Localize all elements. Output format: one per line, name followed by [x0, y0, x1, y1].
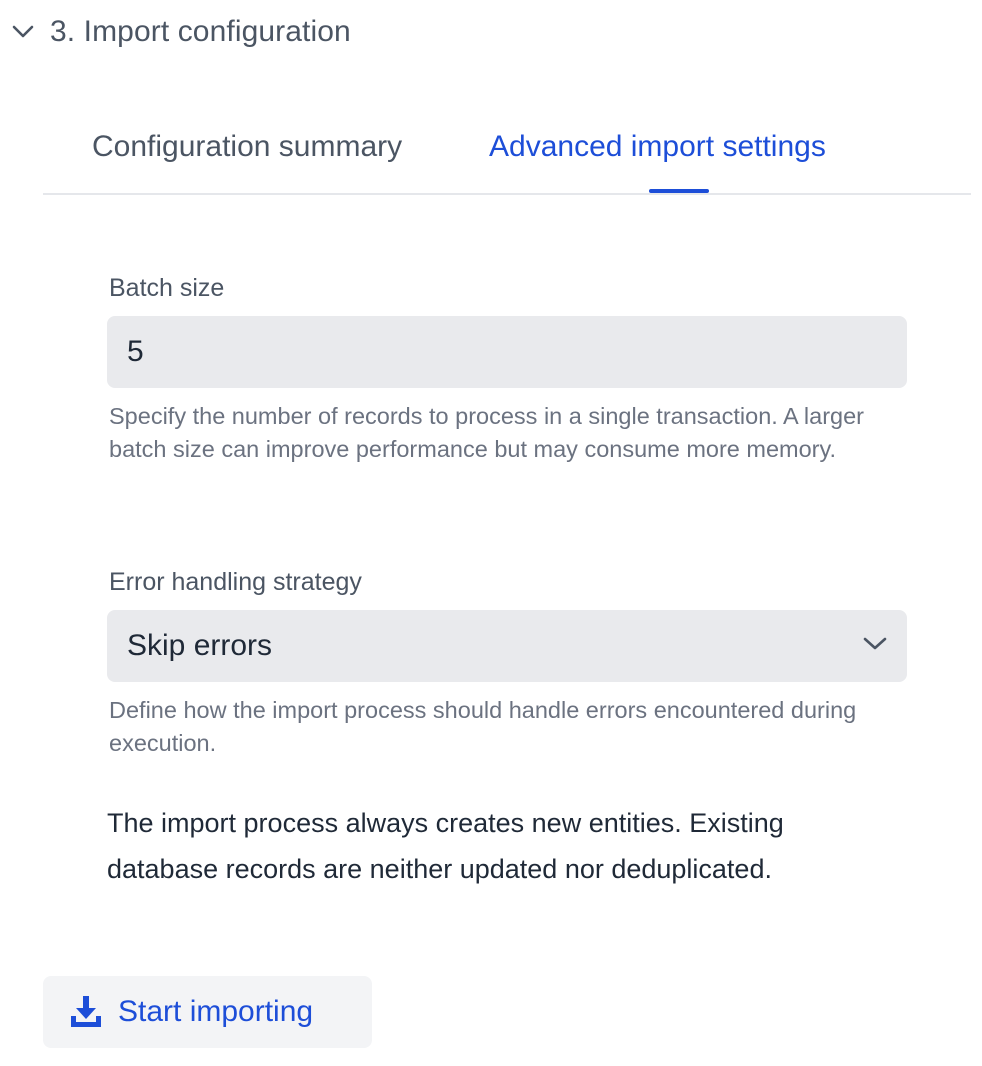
download-icon [69, 995, 103, 1029]
start-importing-button[interactable]: Start importing [43, 976, 372, 1048]
section-title: 3. Import configuration [50, 15, 351, 48]
batch-size-input[interactable] [107, 316, 907, 388]
error-handling-label: Error handling strategy [109, 568, 362, 596]
batch-size-label: Batch size [109, 274, 225, 302]
error-handling-selected-value: Skip errors [127, 629, 273, 662]
chevron-down-icon [863, 637, 887, 656]
start-importing-label: Start importing [118, 995, 314, 1028]
tab-configuration-summary[interactable]: Configuration summary [92, 130, 402, 164]
import-behavior-note: The import process always creates new en… [107, 808, 784, 884]
error-handling-select[interactable]: Skip errors [107, 610, 907, 682]
error-handling-help-text: Define how the import process should han… [109, 697, 857, 756]
chevron-down-icon [10, 19, 36, 45]
tab-bar: Configuration summary Advanced import se… [43, 118, 971, 195]
section-header-import-configuration[interactable]: 3. Import configuration [10, 12, 351, 52]
tab-advanced-import-settings[interactable]: Advanced import settings [489, 130, 826, 164]
batch-size-help-text: Specify the number of records to process… [109, 403, 865, 462]
active-tab-indicator [649, 189, 709, 193]
